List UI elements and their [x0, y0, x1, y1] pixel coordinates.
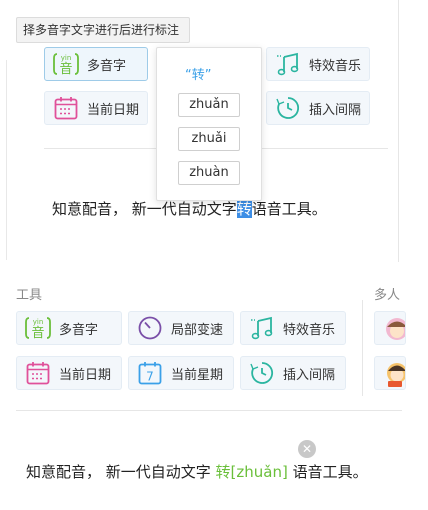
- pinyin-icon-yin: yin: [33, 318, 44, 326]
- panel-left-border: [6, 60, 7, 260]
- sentence-before: 知意配音， 新一代自动文字: [52, 200, 237, 218]
- current-date-button[interactable]: 当前日期: [16, 356, 122, 390]
- calendar-week-icon: 7: [137, 360, 163, 386]
- sentence-after: 语音工具。: [287, 463, 368, 481]
- sentence-after: 语音工具。: [251, 200, 327, 218]
- current-date-label: 当前日期: [87, 102, 140, 118]
- multi-section-title: 多人: [374, 288, 401, 303]
- girl-avatar-icon: [386, 318, 405, 340]
- polyphone-label: 多音字: [59, 322, 99, 338]
- polyphone-button[interactable]: yin 音 多音字: [44, 47, 148, 81]
- sound-effect-label: 特效音乐: [309, 58, 362, 74]
- selected-character[interactable]: 转: [236, 200, 252, 218]
- local-speed-button[interactable]: 局部变速: [128, 311, 234, 345]
- timer-icon: [275, 95, 301, 121]
- week-number: 7: [146, 370, 154, 384]
- sentence-before: 知意配音， 新一代自动文字: [26, 463, 216, 481]
- polyphone-button[interactable]: yin 音 多音字: [16, 311, 122, 345]
- popup-title: “转”: [185, 68, 212, 83]
- polyphone-label: 多音字: [87, 58, 127, 74]
- pinyin-icon-char: 音: [59, 61, 72, 77]
- pinyin-icon: yin 音: [25, 315, 51, 341]
- insert-interval-button[interactable]: 插入间隔: [240, 356, 346, 390]
- sound-effect-button[interactable]: 特效音乐: [240, 311, 346, 345]
- sound-effect-label: 特效音乐: [283, 322, 336, 338]
- speed-gauge-icon: [137, 315, 163, 341]
- pinyin-icon: yin 音: [53, 51, 79, 77]
- current-date-label: 当前日期: [59, 367, 112, 383]
- current-week-label: 当前星期: [171, 367, 224, 383]
- pinyin-option[interactable]: zhuǎn: [178, 93, 240, 117]
- calendar-icon: [25, 360, 51, 386]
- pinyin-annotation[interactable]: 转[zhuǎn]: [216, 463, 288, 481]
- pinyin-icon-yin: yin: [61, 54, 72, 62]
- current-week-button[interactable]: 7 当前星期: [128, 356, 234, 390]
- calendar-icon: [53, 95, 79, 121]
- tools-section-title: 工具: [16, 288, 43, 303]
- local-speed-label: 局部变速: [171, 322, 224, 338]
- pinyin-option[interactable]: zhuǎi: [178, 127, 240, 151]
- insert-interval-label: 插入间隔: [309, 102, 362, 118]
- voice-avatar-card[interactable]: [374, 311, 406, 345]
- bottom-divider: [16, 410, 402, 411]
- voice-avatar-card[interactable]: [374, 356, 406, 390]
- top-text-line[interactable]: 知意配音， 新一代自动文字转语音工具。: [52, 198, 327, 219]
- insert-interval-button[interactable]: 插入间隔: [266, 91, 370, 125]
- music-icon: [249, 315, 275, 341]
- sound-effect-button[interactable]: 特效音乐: [266, 47, 370, 81]
- bottom-text-line[interactable]: 知意配音， 新一代自动文字 转[zhuǎn] 语音工具。: [26, 461, 368, 482]
- hint-tooltip: 择多音字文字进行后进行标注: [16, 17, 191, 43]
- pinyin-icon-char: 音: [31, 325, 44, 341]
- current-date-button[interactable]: 当前日期: [44, 91, 148, 125]
- timer-icon: [249, 360, 275, 386]
- music-icon: [275, 51, 301, 77]
- pinyin-popup: “转” zhuǎn zhuǎi zhuàn: [156, 47, 262, 201]
- boy-avatar-icon: [387, 363, 405, 387]
- close-icon[interactable]: ✕: [298, 440, 316, 458]
- insert-interval-label: 插入间隔: [283, 367, 336, 383]
- section-separator: [362, 300, 363, 396]
- pinyin-option[interactable]: zhuàn: [178, 161, 240, 185]
